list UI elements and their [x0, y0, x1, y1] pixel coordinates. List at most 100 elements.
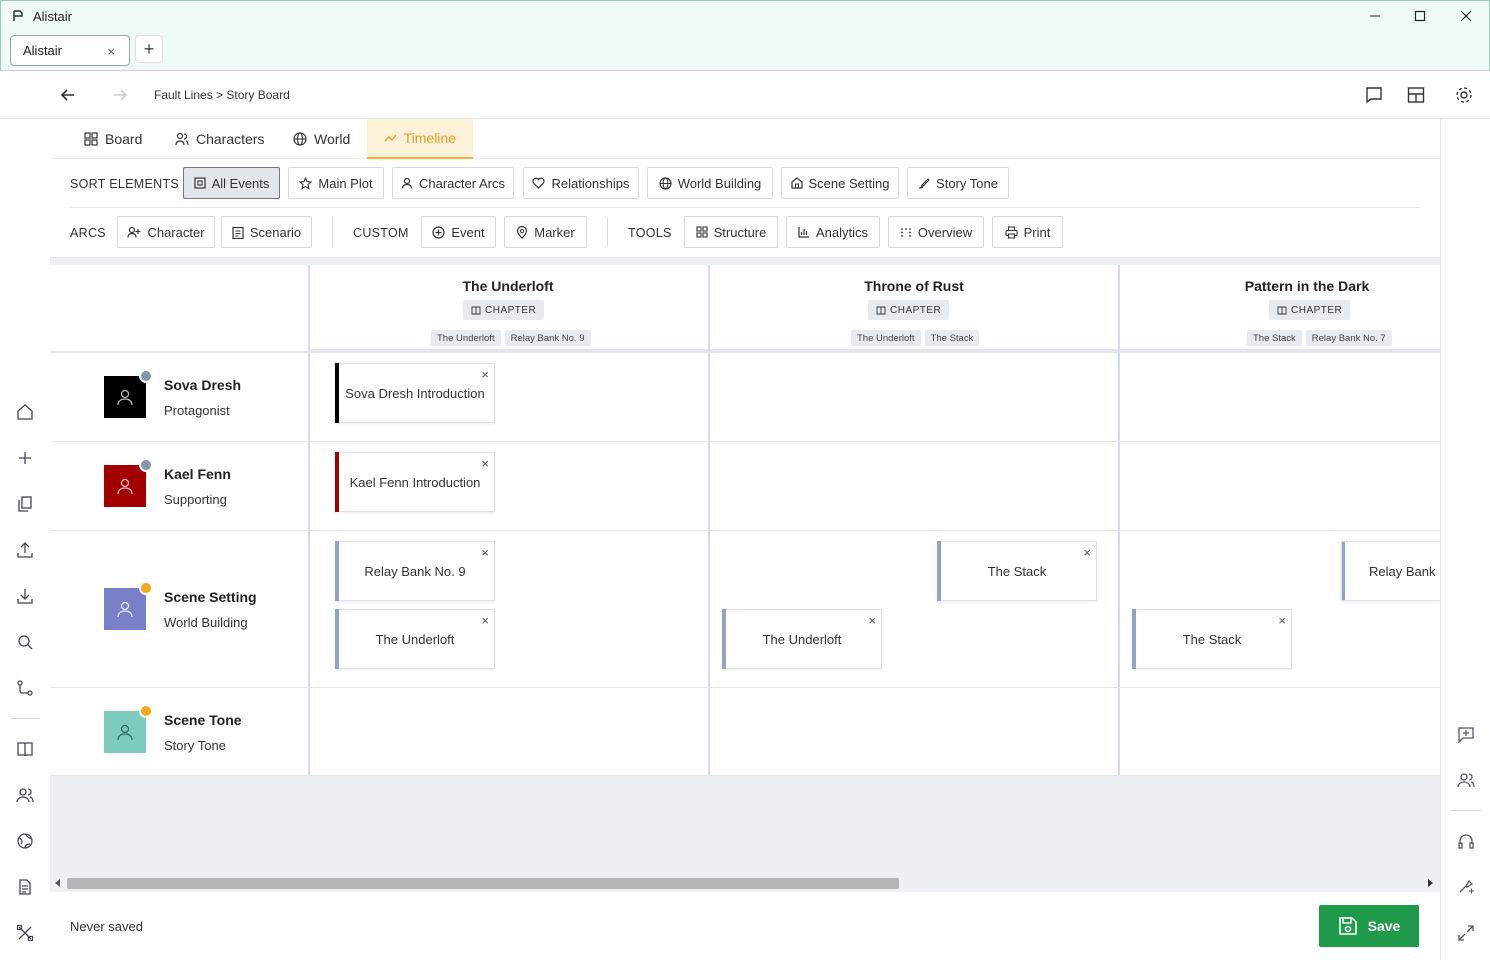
copy-icon[interactable] [16, 495, 34, 513]
upload-icon[interactable] [16, 541, 34, 559]
horizontal-scrollbar[interactable] [50, 874, 1440, 892]
user-icon [117, 478, 133, 495]
card-title: The Stack [987, 563, 1047, 579]
tab-characters[interactable]: Characters [158, 119, 281, 159]
event-card[interactable]: Kael Fenn Introduction × [335, 452, 495, 512]
forward-button[interactable] [108, 83, 132, 107]
card-color-bar [937, 541, 941, 601]
row-header-kael-fenn[interactable]: Kael Fenn Supporting [50, 442, 308, 530]
card-title: The Underloft [762, 631, 842, 647]
row-header-scene-tone[interactable]: Scene Tone Story Tone [50, 688, 308, 776]
theme-icon[interactable] [1457, 878, 1475, 896]
book-icon [876, 306, 886, 314]
chapter-badge-label: CHAPTER [1291, 304, 1343, 316]
book-icon[interactable] [16, 740, 34, 758]
card-close-button[interactable]: × [481, 456, 489, 471]
card-close-button[interactable]: × [481, 613, 489, 628]
filter-world-building[interactable]: World Building [647, 167, 773, 199]
chapter-tag: The Underloft [431, 330, 501, 346]
event-card[interactable]: Relay Bank N [1341, 541, 1440, 601]
chapter-column-header[interactable]: Throne of Rust CHAPTER The Underloft The… [710, 265, 1118, 351]
settings-button[interactable] [1452, 83, 1476, 107]
add-character-arc-button[interactable]: Character [117, 216, 215, 248]
save-button[interactable]: Save [1319, 905, 1419, 947]
event-card[interactable]: Relay Bank No. 9 × [335, 541, 495, 601]
structure-button[interactable]: Structure [684, 216, 778, 248]
dots-grid-icon [901, 228, 911, 237]
layout-button[interactable] [1404, 83, 1428, 107]
timeline-icon [384, 134, 397, 141]
filter-scene-setting[interactable]: Scene Setting [781, 167, 899, 199]
tab-world[interactable]: World [276, 119, 367, 159]
scroll-left-icon[interactable] [55, 879, 61, 887]
scrollbar-thumb[interactable] [67, 878, 899, 889]
event-card[interactable]: The Underloft × [722, 609, 882, 669]
row-header-scene-setting[interactable]: Scene Setting World Building [50, 531, 308, 687]
event-card[interactable]: The Stack × [1132, 609, 1292, 669]
tools-icon[interactable] [16, 924, 34, 942]
user-icon [401, 177, 413, 189]
plus-circle-icon [432, 225, 445, 239]
tab-board-label: Board [105, 131, 143, 147]
event-card[interactable]: Sova Dresh Introduction × [335, 363, 495, 423]
breadcrumb[interactable]: Fault Lines > Story Board [154, 88, 290, 102]
card-close-button[interactable]: × [868, 613, 876, 628]
browser-tab[interactable]: Alistair × [10, 35, 130, 66]
printer-icon [1005, 225, 1018, 239]
filter-character-arcs[interactable]: Character Arcs [392, 167, 514, 199]
globe-icon [659, 176, 672, 190]
card-close-button[interactable]: × [1083, 545, 1091, 560]
users-icon[interactable] [16, 786, 34, 804]
filter-all-events[interactable]: All Events [183, 167, 280, 199]
event-card[interactable]: The Underloft × [335, 609, 495, 669]
print-button[interactable]: Print [992, 216, 1063, 248]
overview-label: Overview [917, 224, 973, 240]
card-close-button[interactable]: × [481, 367, 489, 382]
row-header-sova-dresh[interactable]: Sova Dresh Protagonist [50, 353, 308, 441]
card-close-button[interactable]: × [1278, 613, 1286, 628]
filter-main-plot[interactable]: Main Plot [288, 167, 384, 199]
overview-button[interactable]: Overview [888, 216, 984, 248]
maximize-button[interactable] [1397, 0, 1443, 31]
gear-icon [1456, 87, 1472, 103]
event-card[interactable]: The Stack × [937, 541, 1097, 601]
search-icon[interactable] [16, 633, 34, 651]
tab-close-button[interactable]: × [107, 44, 115, 59]
filter-story-tone[interactable]: Story Tone [907, 167, 1009, 199]
plus-icon[interactable] [16, 449, 34, 467]
headphones-icon[interactable] [1457, 832, 1475, 850]
route-icon[interactable] [16, 679, 34, 697]
avatar [104, 704, 153, 753]
scroll-right-icon[interactable] [1428, 879, 1434, 887]
minimize-button[interactable] [1352, 0, 1398, 31]
add-event-button[interactable]: Event [421, 216, 496, 248]
column-divider [1118, 265, 1120, 776]
collaborators-icon[interactable] [1457, 771, 1475, 789]
user-icon [117, 389, 133, 406]
download-icon[interactable] [16, 587, 34, 605]
chapter-badge-label: CHAPTER [890, 304, 942, 316]
user-plus-icon [127, 226, 141, 238]
card-close-button[interactable]: × [481, 545, 489, 560]
analytics-button[interactable]: Analytics [786, 216, 880, 248]
analytics-label: Analytics [815, 224, 869, 240]
globe-icon[interactable] [16, 832, 34, 850]
close-window-button[interactable] [1443, 0, 1489, 31]
home-icon[interactable] [16, 403, 34, 421]
comments-button[interactable] [1362, 83, 1386, 107]
close-icon [1460, 10, 1472, 21]
chapter-column-header[interactable]: Pattern in the Dark CHAPTER The Stack Re… [1120, 265, 1440, 351]
add-scenario-arc-button[interactable]: Scenario [221, 216, 312, 248]
tab-timeline[interactable]: Timeline [367, 119, 473, 159]
filter-relationships[interactable]: Relationships [523, 167, 639, 199]
tab-board[interactable]: Board [67, 119, 159, 159]
document-icon[interactable] [16, 878, 34, 896]
chapter-column-header[interactable]: The Underloft CHAPTER The Underloft Rela… [308, 265, 708, 351]
new-tab-button[interactable]: + [135, 35, 163, 63]
add-comment-icon[interactable] [1457, 726, 1475, 744]
card-title: Sova Dresh Introduction [345, 385, 485, 401]
expand-icon[interactable] [1457, 924, 1475, 942]
add-marker-button[interactable]: Marker [504, 216, 587, 248]
back-button[interactable] [56, 83, 80, 107]
chapter-tags: The Stack Relay Bank No. 7 [1247, 330, 1392, 346]
